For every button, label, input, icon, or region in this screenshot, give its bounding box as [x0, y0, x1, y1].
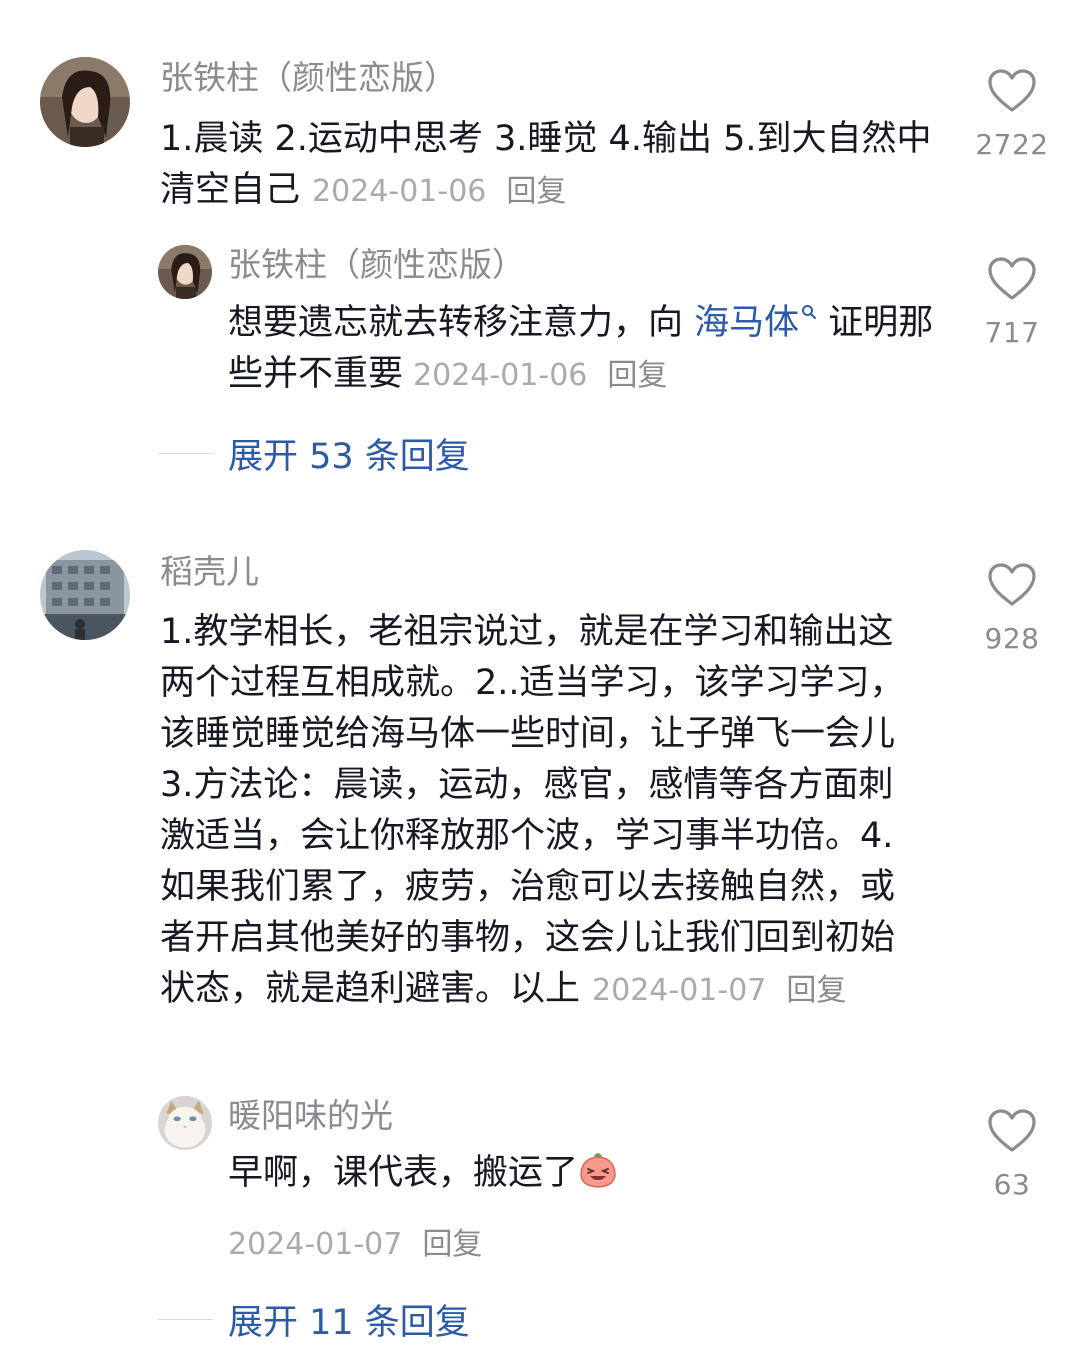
comment-username[interactable]: 稻壳儿 — [160, 552, 259, 592]
reply-button[interactable]: 回复 — [786, 973, 846, 1008]
heart-outline-icon — [988, 69, 1036, 112]
like-button[interactable]: 2722 — [967, 68, 1057, 161]
like-button[interactable]: 63 — [967, 1108, 1057, 1201]
reply-text: 早啊，课代表，搬运了 2024-01-07 回复 — [228, 1148, 928, 1270]
heart-outline-icon — [988, 1109, 1036, 1152]
reply-username[interactable]: 暖阳味的光 — [228, 1096, 393, 1136]
search-link[interactable]: 海马体 — [694, 303, 817, 343]
reply-date: 2024-01-06 — [413, 358, 588, 393]
comment-content: 1.教学相长，老祖宗说过，就是在学习和输出这两个过程互相成就。2..适当学习，该… — [160, 612, 905, 1009]
comment-text: 1.教学相长，老祖宗说过，就是在学习和输出这两个过程互相成就。2..适当学习，该… — [160, 607, 920, 1016]
reply-button[interactable]: 回复 — [607, 358, 667, 393]
search-link-text: 海马体 — [694, 303, 800, 343]
reply-username[interactable]: 张铁柱（颜性恋版） — [228, 245, 525, 285]
reply-content: 早啊，课代表，搬运了 — [228, 1153, 579, 1193]
expand-replies-button[interactable]: 展开 53 条回复 — [158, 428, 470, 479]
avatar[interactable] — [40, 550, 130, 640]
avatar[interactable] — [40, 57, 130, 147]
laughing-peach-emoji — [580, 1153, 616, 1188]
divider — [158, 1319, 214, 1320]
avatar[interactable] — [158, 1096, 212, 1150]
reply-content-before: 想要遗忘就去转移注意力，向 — [228, 303, 695, 343]
like-count: 717 — [984, 316, 1040, 349]
comment-date: 2024-01-07 — [592, 973, 767, 1008]
search-icon — [802, 305, 817, 319]
comment-date: 2024-01-06 — [312, 174, 487, 209]
comment-username[interactable]: 张铁柱（颜性恋版） — [160, 58, 457, 98]
heart-outline-icon — [988, 563, 1036, 606]
reply-button[interactable]: 回复 — [506, 174, 566, 209]
reply-date: 2024-01-07 — [228, 1227, 403, 1262]
heart-outline-icon — [988, 257, 1036, 300]
reply-button[interactable]: 回复 — [422, 1227, 482, 1262]
divider — [158, 453, 214, 454]
like-count: 928 — [984, 622, 1040, 655]
expand-replies-label: 展开 53 条回复 — [228, 437, 470, 477]
like-button[interactable]: 717 — [967, 256, 1057, 349]
expand-replies-label: 展开 11 条回复 — [228, 1303, 470, 1343]
comment-text: 1.晨读 2.运动中思考 3.睡觉 4.输出 5.到大自然中清空自己 2024-0… — [160, 114, 940, 217]
like-button[interactable]: 928 — [967, 562, 1057, 655]
reply-text: 想要遗忘就去转移注意力，向 海马体 证明那些并不重要 2024-01-06 回复 — [228, 298, 940, 401]
expand-replies-button[interactable]: 展开 11 条回复 — [158, 1294, 470, 1345]
like-count: 2722 — [975, 128, 1049, 161]
avatar[interactable] — [158, 245, 212, 299]
like-count: 63 — [993, 1168, 1031, 1201]
